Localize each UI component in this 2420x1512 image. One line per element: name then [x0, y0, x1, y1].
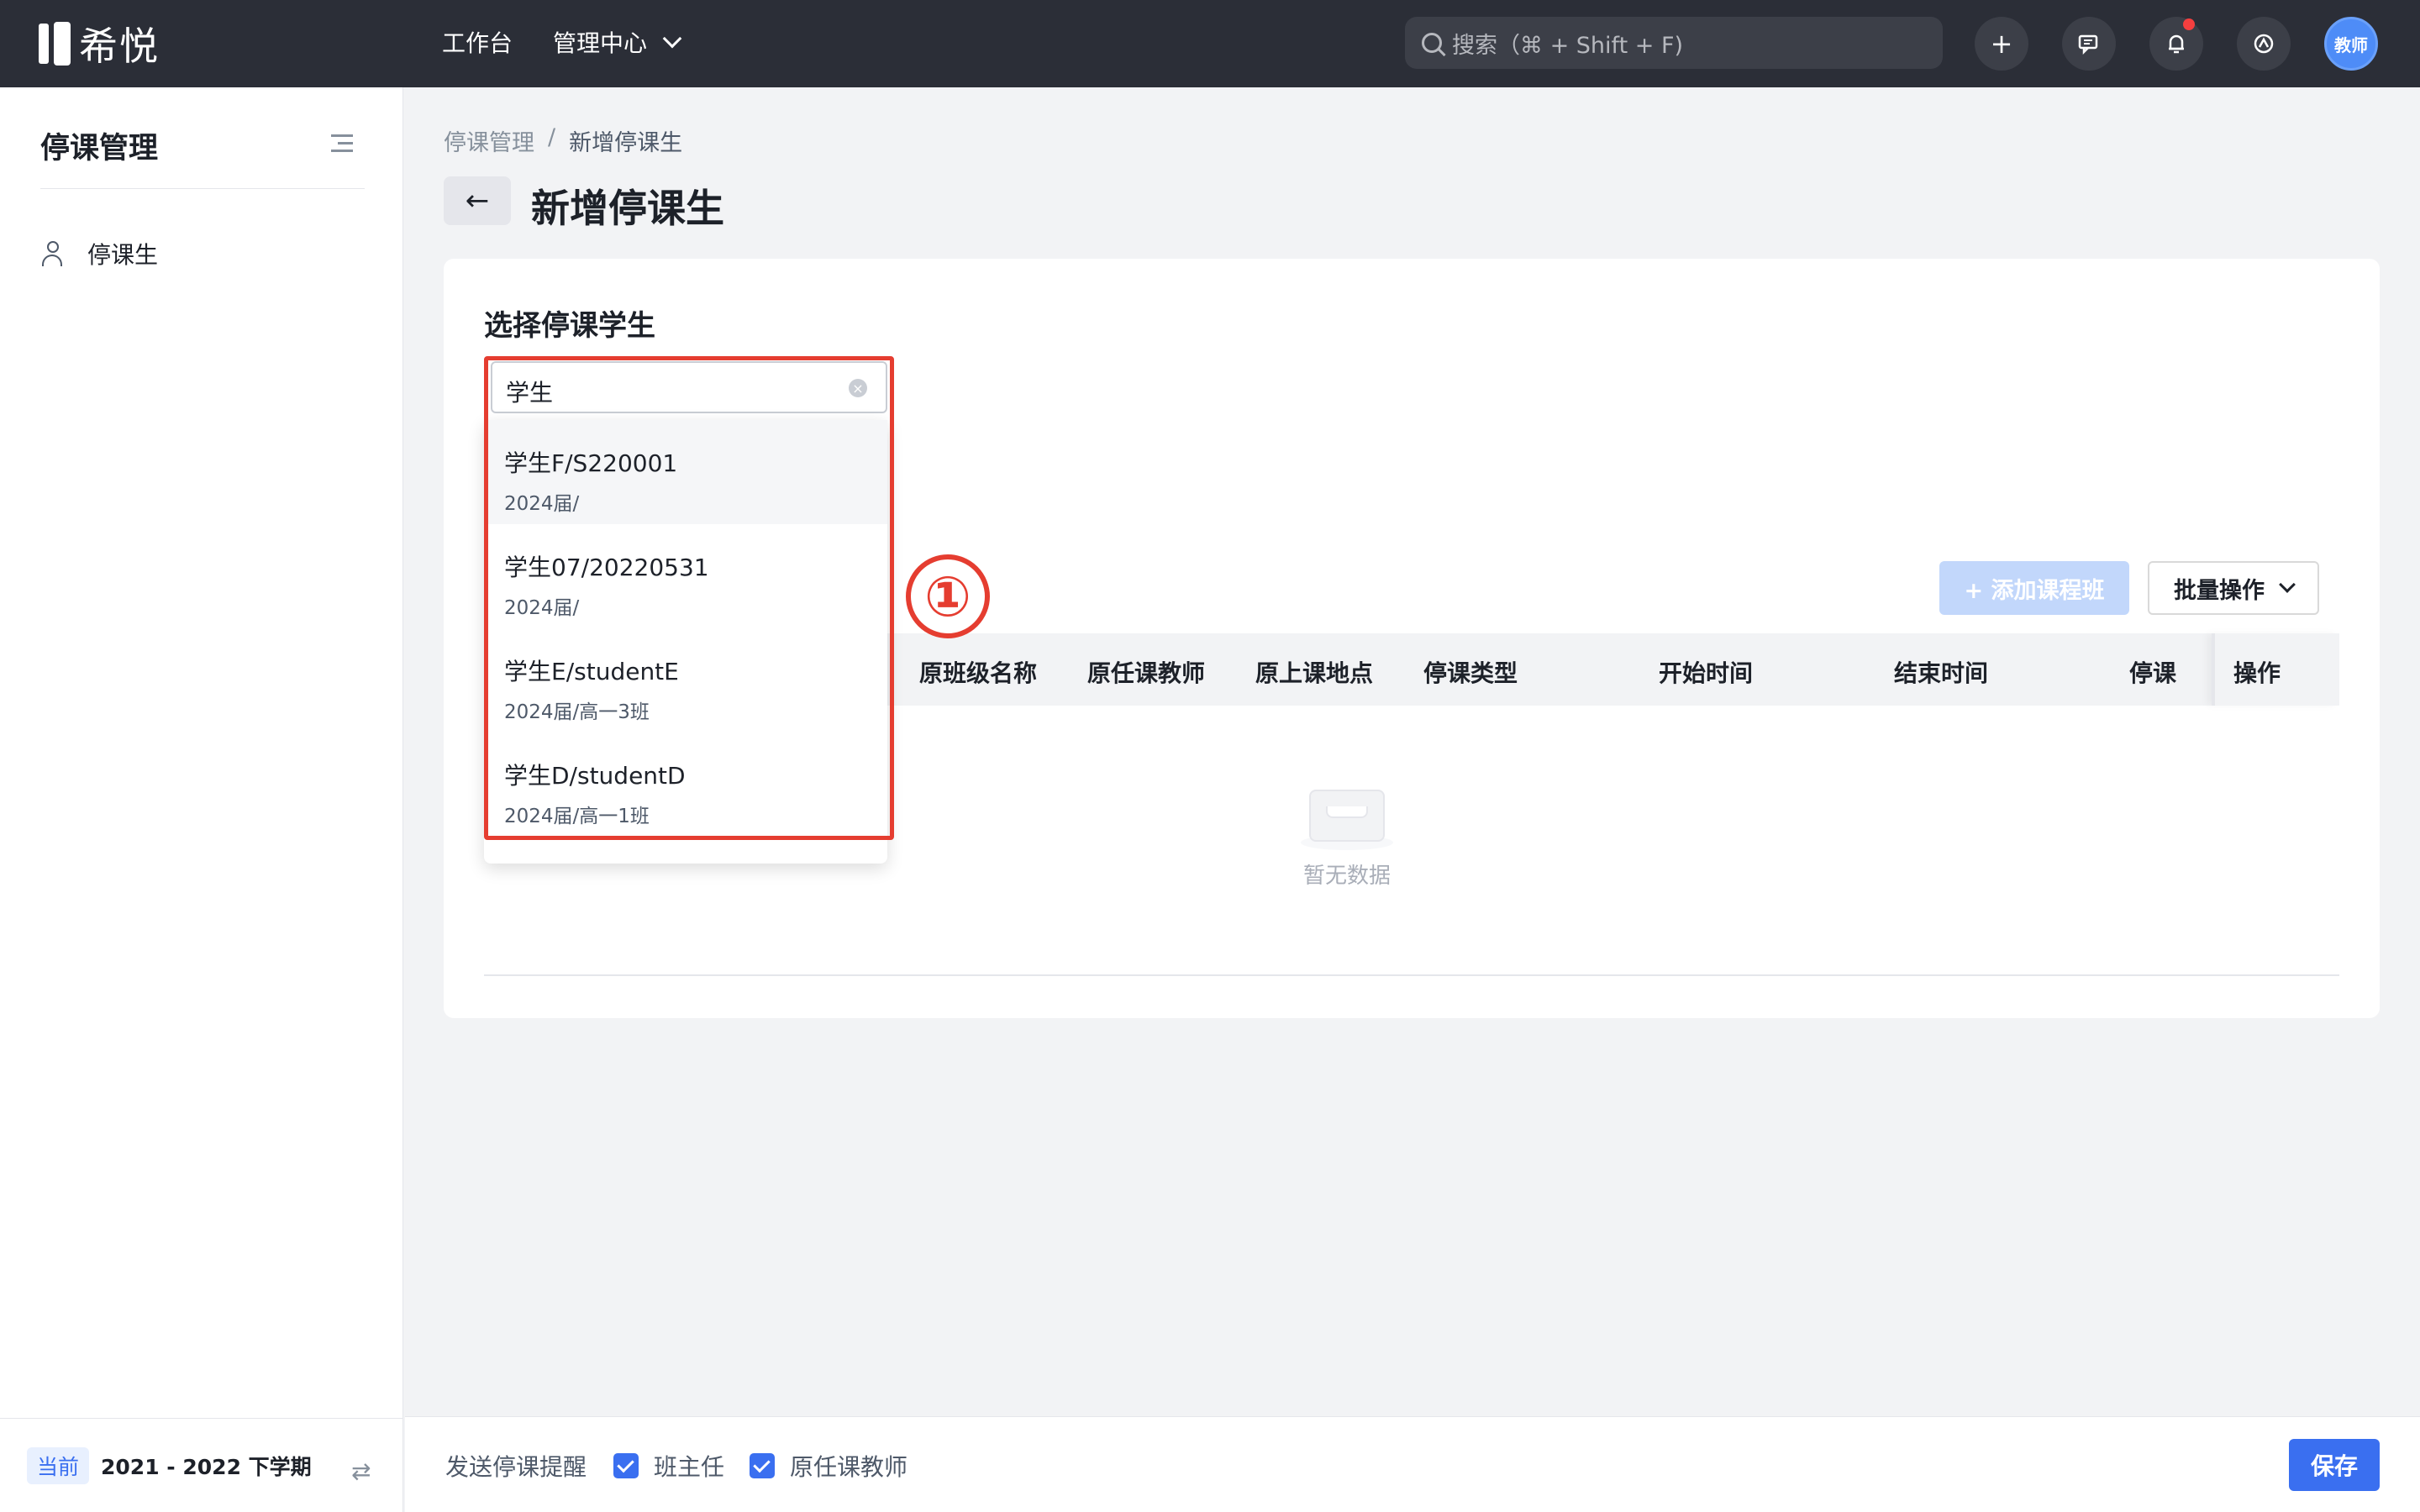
- notification-dot: [2183, 18, 2195, 30]
- create-button[interactable]: +: [1975, 17, 2028, 71]
- term-text: 2021 - 2022 下学期: [101, 1454, 312, 1479]
- sidebar-item-suspended-students[interactable]: 停课生: [40, 237, 158, 270]
- add-course-class-button[interactable]: + 添加课程班: [1939, 561, 2129, 615]
- option-sub: 2024届/: [504, 493, 580, 515]
- nav-admin-center[interactable]: 管理中心: [553, 25, 682, 59]
- logo-text: 希悦: [79, 24, 160, 69]
- back-button[interactable]: ←: [444, 176, 511, 225]
- sidebar: 停课管理 停课生 当前 2021 - 2022 下学期 ⇄: [0, 87, 403, 1512]
- batch-operation-label: 批量操作: [2174, 577, 2265, 604]
- nav-workbench[interactable]: 工作台: [442, 25, 513, 59]
- dropdown-option[interactable]: 学生F/S220001 2024届/: [484, 420, 887, 524]
- option-sub: 2024届/高一1班: [504, 806, 650, 827]
- bell-icon: [2169, 34, 2184, 54]
- reminder-label: 发送停课提醒: [445, 1453, 587, 1481]
- sidebar-item-label: 停课生: [87, 241, 159, 269]
- empty-inbox-icon: [1301, 780, 1393, 850]
- checkbox-checked-icon: [613, 1453, 639, 1478]
- th-end-time: 结束时间: [1894, 659, 1989, 687]
- student-search-value: 学生: [506, 379, 554, 407]
- option-name: 学生F/S220001: [504, 449, 678, 477]
- checkbox-head-teacher[interactable]: 班主任: [613, 1449, 724, 1483]
- checkbox-original-teacher[interactable]: 原任课教师: [750, 1449, 908, 1483]
- page-title: 新增停课生: [531, 186, 724, 231]
- sidebar-title: 停课管理: [40, 132, 159, 165]
- divider: [484, 974, 2339, 976]
- user-clock-icon: [40, 241, 66, 266]
- app-logo[interactable]: 希悦: [39, 18, 160, 69]
- option-sub: 2024届/: [504, 597, 580, 619]
- logo-mark: [39, 24, 49, 64]
- option-name: 学生E/studentE: [504, 658, 679, 685]
- global-search-input[interactable]: 搜索（⌘ + Shift + F): [1405, 17, 1943, 69]
- chevron-down-icon: [2279, 576, 2296, 593]
- app-icon: [2254, 34, 2274, 54]
- breadcrumb-parent[interactable]: 停课管理: [444, 124, 534, 157]
- save-button[interactable]: 保存: [2289, 1439, 2380, 1491]
- option-name: 学生07/20220531: [504, 554, 709, 581]
- th-actions-label: 操作: [2233, 659, 2281, 687]
- breadcrumb-current: 新增停课生: [569, 130, 683, 156]
- breadcrumb-separator: /: [548, 124, 556, 150]
- dropdown-option[interactable]: 学生E/studentE 2024届/高一3班: [484, 628, 887, 732]
- th-actions: 操作: [2212, 633, 2339, 706]
- nav-admin-center-label: 管理中心: [553, 29, 648, 57]
- breadcrumb: 停课管理 / 新增停课生: [444, 124, 682, 157]
- app-switch-button[interactable]: [2237, 17, 2291, 71]
- th-suspension-truncated: 停课: [2129, 659, 2177, 687]
- search-placeholder: 搜索（⌘ + Shift + F): [1452, 32, 1684, 59]
- checkbox-checked-icon: [750, 1453, 775, 1478]
- dropdown-option[interactable]: 学生D/studentD 2024届/高一1班: [484, 732, 887, 837]
- empty-text: 暂无数据: [1302, 864, 1391, 889]
- clear-icon[interactable]: ×: [849, 379, 867, 397]
- collapse-sidebar-icon[interactable]: [331, 134, 353, 153]
- term-switcher[interactable]: 当前 2021 - 2022 下学期 ⇄: [0, 1418, 403, 1512]
- notifications-button[interactable]: [2149, 17, 2203, 71]
- th-suspension-type: 停课类型: [1423, 659, 1518, 687]
- logo-mark: [54, 22, 71, 66]
- chevron-down-icon: [662, 29, 682, 49]
- swap-icon[interactable]: ⇄: [351, 1457, 371, 1485]
- bottom-bar: 发送停课提醒 班主任 原任课教师 保存: [405, 1416, 2420, 1512]
- term-tag: 当前: [27, 1446, 90, 1484]
- student-dropdown: 学生F/S220001 2024届/ 学生07/20220531 2024届/ …: [484, 420, 887, 864]
- checkbox-label: 原任课教师: [790, 1453, 908, 1481]
- arrow-left-icon: ←: [465, 184, 490, 218]
- messages-button[interactable]: [2062, 17, 2116, 71]
- batch-operation-button[interactable]: 批量操作: [2148, 561, 2319, 615]
- student-search-input[interactable]: 学生 ×: [491, 361, 887, 413]
- th-original-location: 原上课地点: [1255, 659, 1374, 687]
- empty-state: 暂无数据: [1301, 780, 1393, 890]
- th-original-teacher: 原任课教师: [1087, 659, 1206, 687]
- chat-icon: [2078, 34, 2098, 55]
- option-name: 学生D/studentD: [504, 762, 686, 790]
- dropdown-option[interactable]: 学生07/20220531 2024届/: [484, 524, 887, 628]
- top-bar: 希悦 工作台 管理中心 搜索（⌘ + Shift + F) + 教师: [0, 0, 2420, 87]
- user-avatar[interactable]: 教师: [2324, 17, 2378, 71]
- th-start-time: 开始时间: [1659, 659, 1754, 687]
- option-sub: 2024届/高一3班: [504, 701, 650, 723]
- th-original-class: 原班级名称: [919, 659, 1038, 687]
- plus-icon: +: [1990, 28, 2013, 60]
- step-marker: ①: [906, 554, 990, 638]
- checkbox-label: 班主任: [654, 1453, 725, 1481]
- divider: [40, 188, 365, 189]
- search-icon: [1422, 33, 1442, 53]
- section-title: 选择停课学生: [484, 309, 655, 343]
